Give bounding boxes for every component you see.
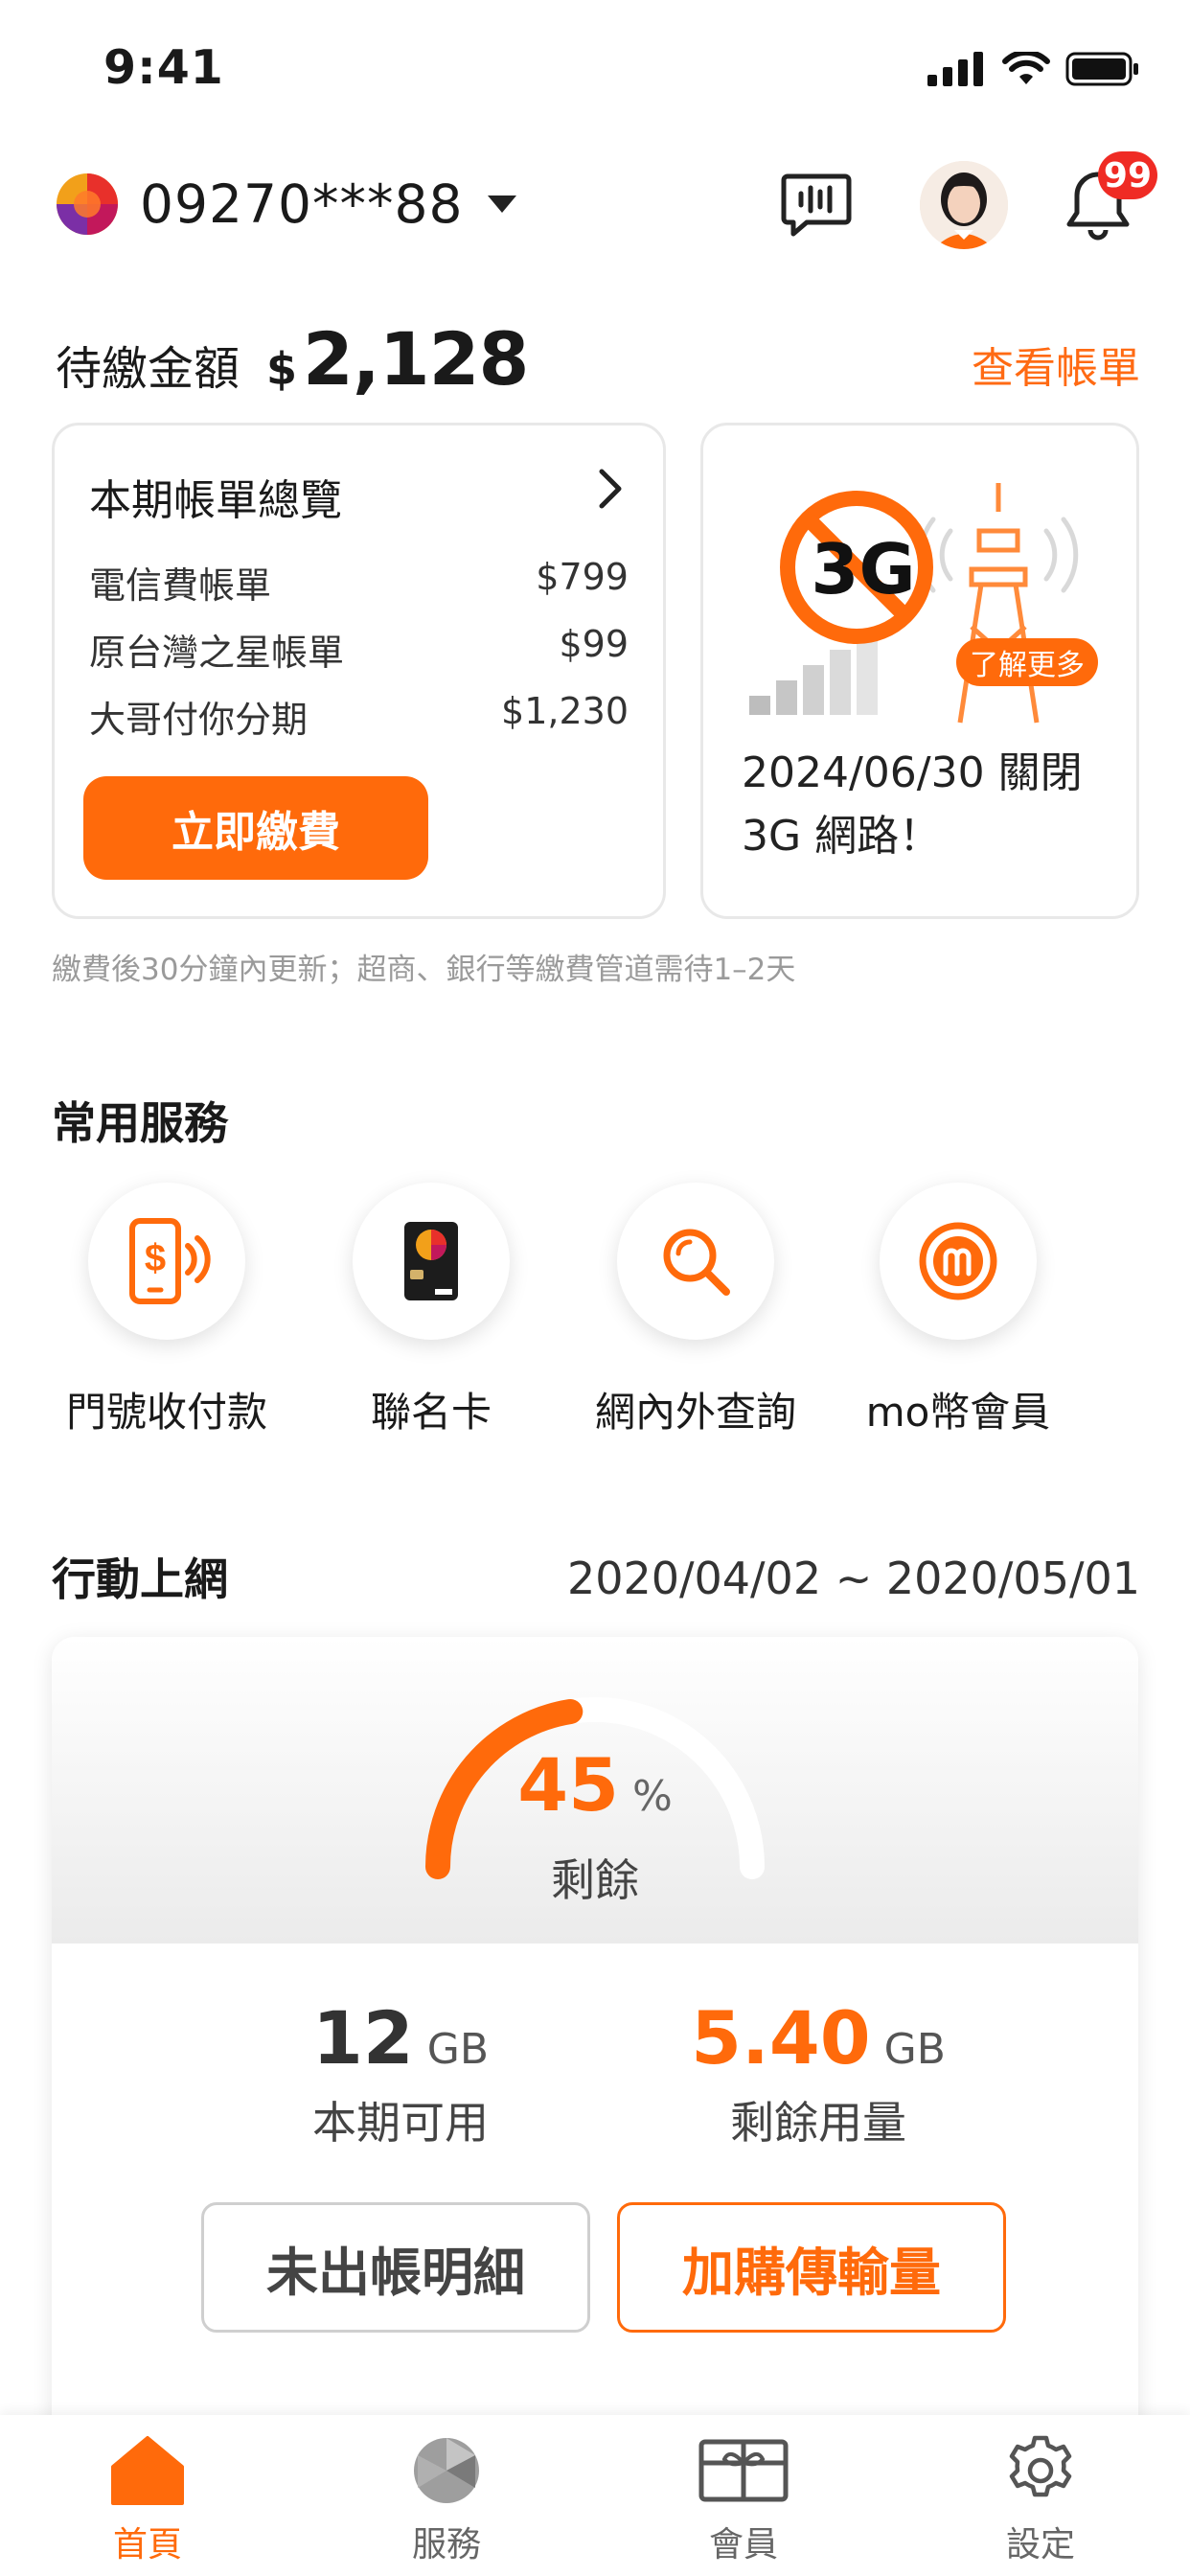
- service-icon-wrap: [353, 1183, 510, 1340]
- chevron-down-icon: [488, 196, 517, 213]
- bill-item-label: 原台灣之星帳單: [89, 632, 345, 674]
- view-bill-link[interactable]: 查看帳單: [972, 334, 1140, 395]
- promo-message: 2024/06/30 關閉 3G 網路！: [742, 742, 1083, 868]
- available-value: 12: [311, 1995, 414, 2081]
- bill-item-amount: $799: [536, 556, 629, 598]
- available-label: 本期可用: [312, 2097, 489, 2149]
- battery-icon: [1065, 52, 1138, 86]
- available-unit: GB: [426, 2025, 490, 2074]
- gear-icon: [1009, 2435, 1072, 2497]
- account-switcher[interactable]: 09270***88: [56, 172, 517, 236]
- tab-home[interactable]: 首頁: [52, 2434, 243, 2566]
- pay-now-button[interactable]: 立即繳費: [83, 776, 428, 880]
- tab-settings[interactable]: 設定: [945, 2434, 1136, 2566]
- chevron-right-icon: [599, 469, 622, 509]
- bill-item-amount: $99: [559, 623, 629, 665]
- member-card-icon: [698, 2439, 789, 2502]
- app-screen: 9:41 09270***88 99 待繳金額 $ 2,128 查看帳單 本期帳…: [0, 0, 1190, 2576]
- bill-item-label: 大哥付你分期: [89, 699, 309, 741]
- bill-item-amount: $1,230: [501, 690, 629, 732]
- voice-chat-icon[interactable]: [780, 171, 853, 240]
- avatar-image: [920, 161, 1008, 249]
- unbilled-details-button[interactable]: 未出帳明細: [201, 2202, 590, 2333]
- tab-member[interactable]: 會員: [648, 2434, 839, 2566]
- service-label: 門號收付款: [65, 1389, 267, 1436]
- service-icon-wrap: [880, 1183, 1037, 1340]
- mo-coin-icon: [919, 1222, 997, 1300]
- amount-due-value: 2,128: [303, 316, 529, 402]
- billing-period: 2020/04/02 ~ 2020/05/01: [566, 1552, 1140, 1604]
- remaining-label: 剩餘用量: [730, 2097, 906, 2149]
- service-mo-coin[interactable]: mo幣會員: [853, 1183, 1064, 1438]
- gauge-percent: 45%: [52, 1742, 1138, 1828]
- service-label: 聯名卡: [370, 1389, 492, 1436]
- promo-card-3g[interactable]: 3G 了解更多 2024/06/30 關閉 3G 網路！: [700, 423, 1139, 919]
- account-number: 09270***88: [140, 173, 464, 235]
- remaining-unit: GB: [883, 2025, 946, 2074]
- search-icon: [663, 1229, 730, 1296]
- promo-line-1: 2024/06/30 關閉: [742, 748, 1083, 797]
- service-icon-wrap: [617, 1183, 774, 1340]
- status-time: 9:41: [103, 40, 224, 95]
- notification-badge: 99: [1097, 151, 1157, 199]
- amount-due: 待繳金額 $ 2,128: [56, 316, 529, 402]
- signal-icon: [927, 52, 983, 86]
- bill-line-item: 大哥付你分期 $1,230: [89, 690, 629, 743]
- currency-symbol: $: [266, 343, 298, 395]
- bill-summary-card[interactable]: 本期帳單總覽 電信費帳單 $799 原台灣之星帳單 $99 大哥付你分期 $1,…: [52, 423, 666, 919]
- avatar[interactable]: [920, 161, 1008, 249]
- amount-due-label: 待繳金額: [56, 342, 240, 396]
- notifications-button[interactable]: 99: [1054, 151, 1157, 249]
- bill-line-item: 原台灣之星帳單 $99: [89, 623, 629, 676]
- remaining-value: 5.40: [691, 1995, 871, 2081]
- bill-summary-title: 本期帳單總覽: [89, 476, 342, 525]
- tab-label: 服務: [411, 2525, 481, 2564]
- status-icons: [927, 52, 1140, 86]
- tab-services[interactable]: 服務: [351, 2434, 542, 2566]
- service-phone-payment[interactable]: $ 門號收付款: [61, 1183, 272, 1438]
- promo-3g-text: 3G: [811, 529, 916, 610]
- mobile-data-title: 行動上網: [52, 1553, 228, 1605]
- phone-payment-icon: $: [129, 1218, 211, 1304]
- gauge-percent-value: 45: [517, 1742, 619, 1828]
- service-network-lookup[interactable]: 網內外查詢: [590, 1183, 801, 1438]
- gauge-percent-unit: %: [631, 1772, 673, 1821]
- home-icon: [111, 2436, 184, 2505]
- svg-text:$: $: [145, 1237, 166, 1279]
- services-title: 常用服務: [52, 1097, 228, 1149]
- data-available: 12 GB 本期可用: [209, 1995, 592, 2151]
- tab-label: 設定: [1005, 2525, 1075, 2564]
- service-icon-wrap: $: [88, 1183, 245, 1340]
- bottom-tab-bar: 首頁 服務 會員 設定: [0, 2415, 1190, 2576]
- payment-note: 繳費後30分鐘內更新；超商、銀行等繳費管道需待1–2天: [52, 953, 796, 987]
- promo-line-2: 3G 網路！: [742, 812, 942, 861]
- bill-line-item: 電信費帳單 $799: [89, 556, 629, 609]
- data-gauge-panel: 45% 剩餘: [52, 1637, 1138, 1944]
- bill-item-label: 電信費帳單: [89, 564, 272, 607]
- cobrand-card-icon: [404, 1222, 458, 1300]
- service-cobrand-card[interactable]: 聯名卡: [326, 1183, 537, 1438]
- service-label: mo幣會員: [865, 1389, 1051, 1436]
- add-data-button[interactable]: 加購傳輸量: [617, 2202, 1006, 2333]
- learn-more-button[interactable]: 了解更多: [956, 638, 1098, 686]
- tab-label: 會員: [708, 2525, 778, 2564]
- tab-label: 首頁: [112, 2525, 182, 2564]
- wifi-icon: [1002, 52, 1050, 84]
- brand-logo-icon: [57, 173, 118, 235]
- service-label: 網內外查詢: [594, 1389, 796, 1436]
- data-remaining: 5.40 GB 剩餘用量: [627, 1995, 1010, 2151]
- gauge-remaining-label: 剩餘: [551, 1854, 639, 1906]
- service-icon: [414, 2438, 479, 2503]
- header-actions: 99: [780, 151, 1157, 249]
